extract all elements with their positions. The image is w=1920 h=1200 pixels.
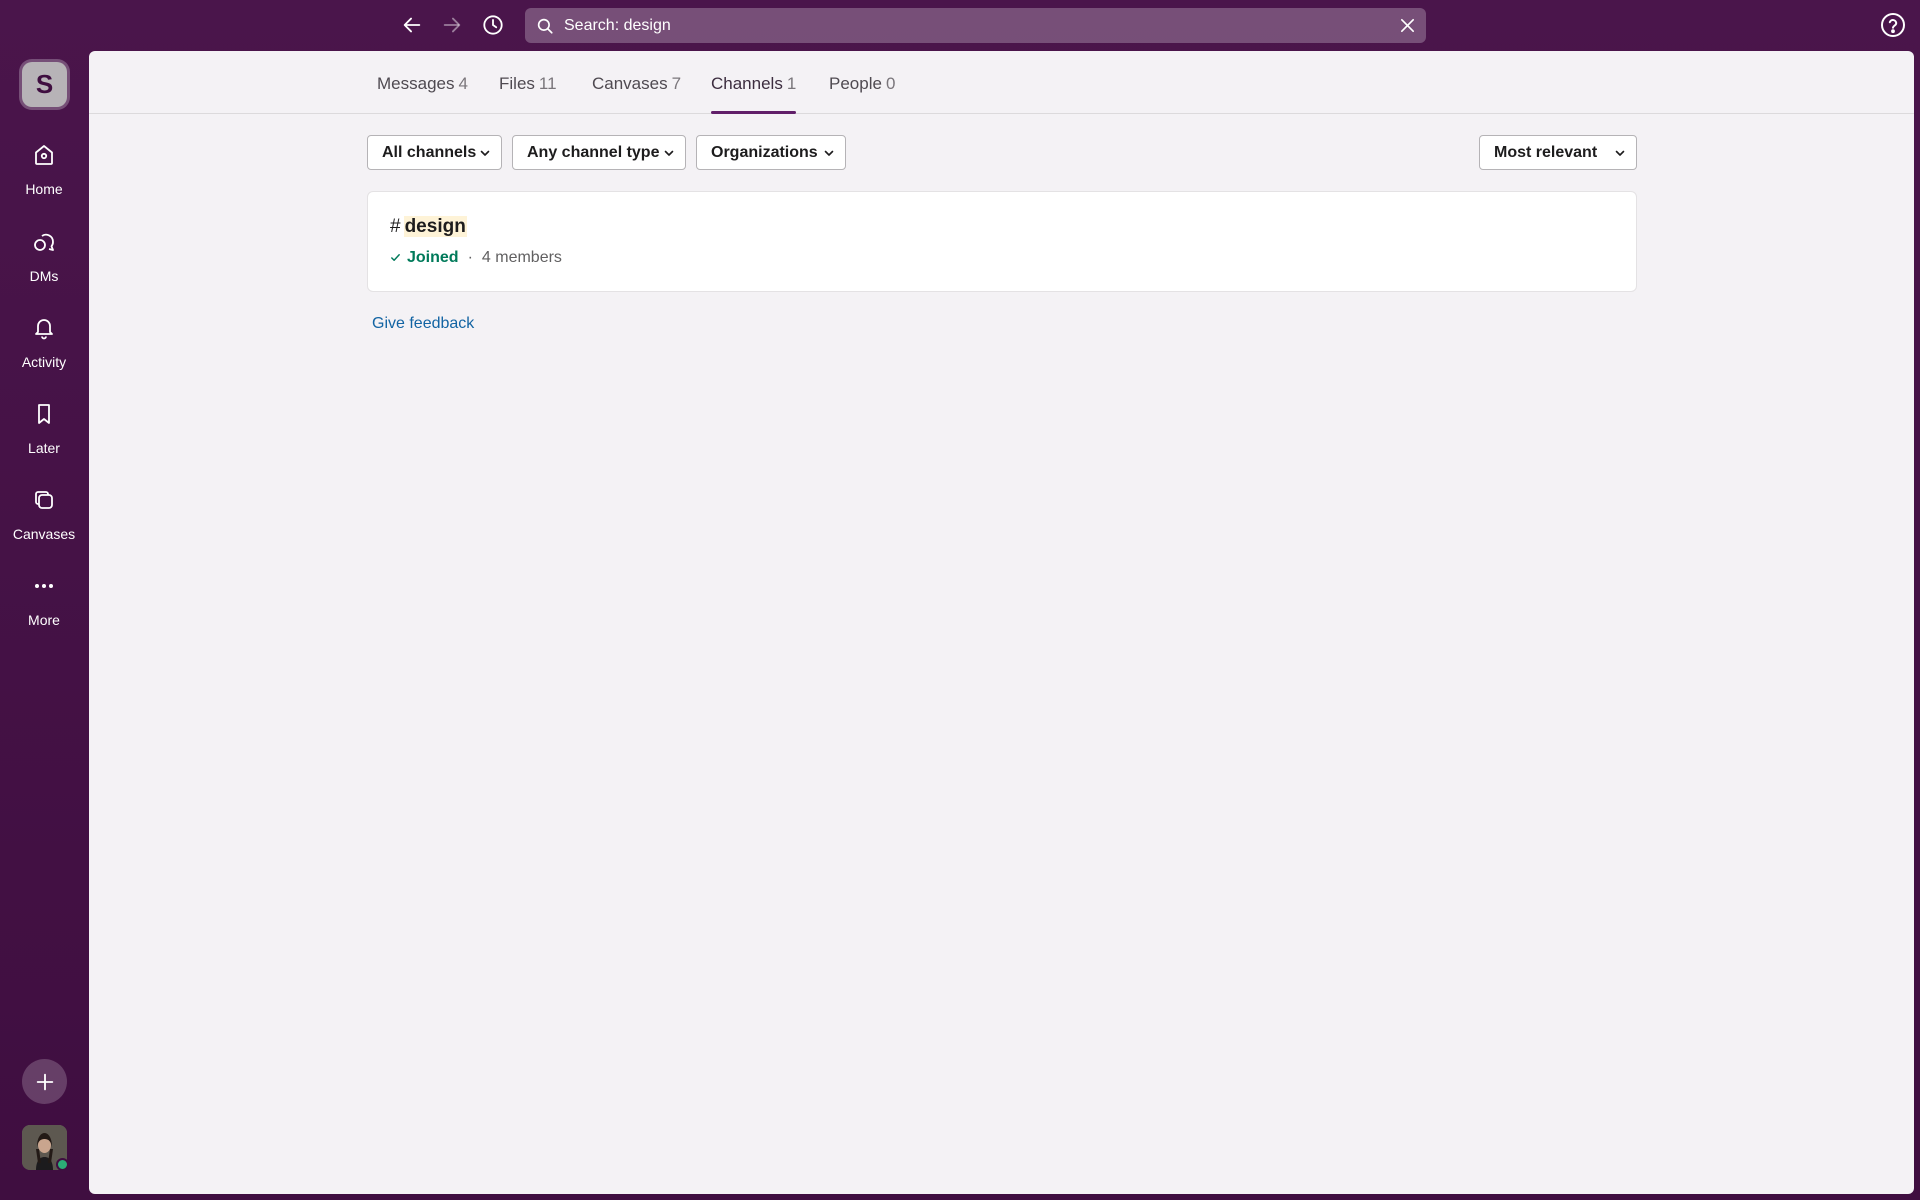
chevron-down-icon xyxy=(480,150,490,156)
presence-indicator xyxy=(56,1158,69,1171)
sort-label: Most relevant xyxy=(1494,143,1598,161)
dms-icon xyxy=(34,233,54,251)
give-feedback-link[interactable]: Give feedback xyxy=(372,314,474,334)
rail-label-dms: DMs xyxy=(29,268,59,284)
tab-files[interactable]: Files 11 xyxy=(499,74,557,114)
hash-icon: # xyxy=(390,216,401,237)
search-query[interactable]: Search: design xyxy=(564,16,671,35)
canvas-icon xyxy=(35,491,53,509)
rail-item-canvases[interactable]: Canvases xyxy=(0,488,88,564)
rail-item-more[interactable]: More xyxy=(0,574,88,650)
all-channels-filter[interactable]: All channels xyxy=(367,135,502,170)
channel-result-card[interactable]: # design Joined · 4 members xyxy=(367,191,1637,292)
sort-dropdown[interactable]: Most relevant xyxy=(1479,135,1637,170)
clock-icon xyxy=(483,15,503,35)
tab-count: 11 xyxy=(538,74,557,93)
tab-label: People xyxy=(829,74,882,93)
tab-people[interactable]: People 0 xyxy=(829,74,895,114)
chevron-down-icon xyxy=(824,150,834,156)
tab-count: 0 xyxy=(885,74,896,93)
top-bar: Search: design xyxy=(0,0,1920,50)
arrow-left-icon xyxy=(403,17,421,33)
channel-name-text: design xyxy=(403,216,467,237)
rail-item-home[interactable]: Home xyxy=(0,143,88,219)
back-button[interactable] xyxy=(397,10,427,40)
workspace-switcher[interactable]: S xyxy=(22,62,67,107)
help-icon[interactable] xyxy=(1880,12,1906,38)
channel-meta: Joined · 4 members xyxy=(390,248,562,267)
channel-name[interactable]: # design xyxy=(390,216,467,238)
left-rail: S Home DMs Activity Later Canvases More xyxy=(0,50,88,1200)
rail-label-home: Home xyxy=(25,181,63,197)
rail-item-dms[interactable]: DMs xyxy=(0,230,88,306)
plus-icon xyxy=(36,1073,53,1090)
history-button[interactable] xyxy=(478,10,508,40)
rail-label-later: Later xyxy=(28,440,60,456)
more-icon xyxy=(35,584,53,588)
home-icon xyxy=(35,145,53,165)
tab-label: Canvases xyxy=(592,74,668,93)
rail-label-more: More xyxy=(28,612,60,628)
tab-count: 1 xyxy=(786,74,797,93)
organizations-filter[interactable]: Organizations xyxy=(696,135,846,170)
filter-label: Any channel type xyxy=(527,143,660,161)
rail-label-activity: Activity xyxy=(21,354,67,370)
close-icon[interactable] xyxy=(1399,17,1416,34)
rail-label-canvases: Canvases xyxy=(12,526,76,542)
member-count: 4 members xyxy=(481,249,562,266)
add-button[interactable] xyxy=(22,1059,67,1104)
result-tabs: Messages 4 Files 11 Canvases 7 Channels 1 Pe… xyxy=(89,51,1914,114)
arrow-right-icon xyxy=(443,17,461,33)
search-bar[interactable]: Search: design xyxy=(525,8,1426,43)
forward-button[interactable] xyxy=(437,10,467,40)
tab-count: 4 xyxy=(458,74,468,93)
meta-separator: · xyxy=(467,249,473,266)
filter-label: All channels xyxy=(382,143,477,161)
bookmark-icon xyxy=(38,404,50,424)
rail-item-later[interactable]: Later xyxy=(0,402,88,478)
search-icon xyxy=(537,18,553,34)
tab-label: Messages xyxy=(377,74,455,93)
rail-item-activity[interactable]: Activity xyxy=(0,316,88,392)
check-icon xyxy=(391,254,400,261)
search-results-panel: Messages 4 Files 11 Canvases 7 Channels 1 Pe… xyxy=(89,51,1914,1194)
tab-messages[interactable]: Messages 4 xyxy=(377,74,468,114)
chevron-down-icon xyxy=(664,150,674,156)
tab-channels[interactable]: Channels 1 xyxy=(711,74,797,114)
channel-type-filter[interactable]: Any channel type xyxy=(512,135,686,170)
bell-icon xyxy=(35,319,53,340)
tab-count: 7 xyxy=(671,74,682,93)
chevron-down-icon xyxy=(1615,150,1625,156)
tab-label: Files xyxy=(499,74,535,93)
joined-status: Joined xyxy=(407,249,459,266)
tab-canvases[interactable]: Canvases 7 xyxy=(592,74,681,114)
filter-label: Organizations xyxy=(711,143,818,161)
tab-label: Channels xyxy=(711,74,783,93)
